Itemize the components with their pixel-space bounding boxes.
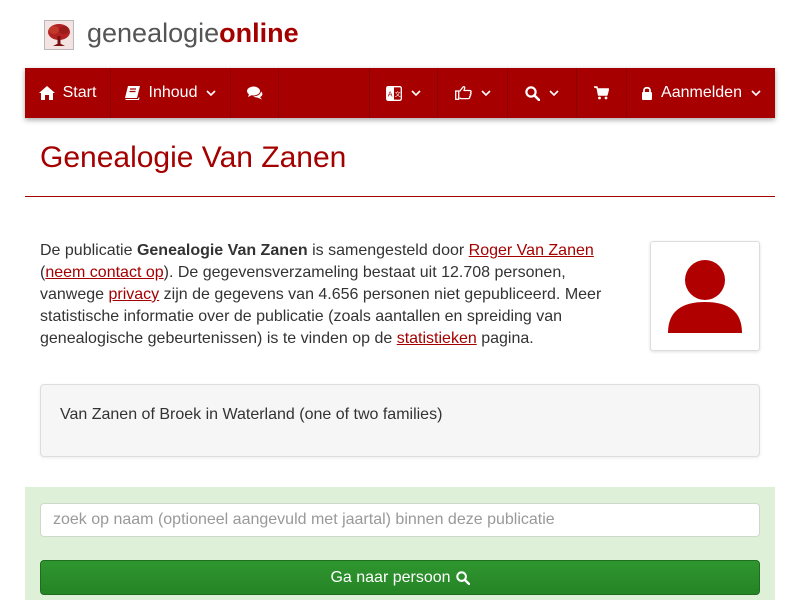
svg-text:A: A xyxy=(388,90,393,98)
publication-intro: De publicatie Genealogie Van Zanen is sa… xyxy=(40,240,620,350)
description-text: Van Zanen of Broek in Waterland (one of … xyxy=(60,406,443,423)
nav-start-label: Start xyxy=(62,84,97,101)
comments-icon xyxy=(246,86,263,100)
chevron-down-icon xyxy=(549,90,559,96)
chevron-down-icon xyxy=(751,90,761,96)
site-logo[interactable]: genealogieonline xyxy=(87,16,299,50)
logo-text-light: genealogie xyxy=(87,18,220,48)
chevron-down-icon xyxy=(206,90,217,96)
nav-share[interactable] xyxy=(438,68,508,118)
intro-text: is samengesteld door xyxy=(307,242,469,259)
search-button-label: Ga naar persoon xyxy=(330,568,451,586)
nav-shop[interactable] xyxy=(577,68,627,118)
lock-icon xyxy=(641,86,653,100)
nav-inhoud[interactable]: Inhoud xyxy=(111,68,231,118)
search-input[interactable] xyxy=(40,503,760,537)
author-link[interactable]: Roger Van Zanen xyxy=(469,242,594,259)
search-icon xyxy=(455,570,470,585)
language-icon: A文 xyxy=(386,85,402,101)
title-divider xyxy=(25,196,775,197)
privacy-link[interactable]: privacy xyxy=(109,286,160,303)
chevron-down-icon xyxy=(411,90,421,96)
nav-start[interactable]: Start xyxy=(25,68,111,118)
nav-login-label: Aanmelden xyxy=(661,84,742,101)
statistics-link[interactable]: statistieken xyxy=(397,330,477,347)
nav-language[interactable]: A文 xyxy=(369,68,438,118)
cart-icon xyxy=(594,86,609,100)
search-icon xyxy=(525,85,540,101)
search-panel: Ga naar persoon xyxy=(25,487,775,600)
page-title: Genealogie Van Zanen xyxy=(40,141,347,174)
nav-login[interactable]: Aanmelden xyxy=(627,68,775,118)
nav-search[interactable] xyxy=(508,68,577,118)
nav-inhoud-label: Inhoud xyxy=(148,84,198,101)
site-header: genealogieonline xyxy=(0,0,800,68)
avatar xyxy=(650,241,760,351)
contact-link[interactable]: neem contact op xyxy=(45,264,163,281)
publication-description: Van Zanen of Broek in Waterland (one of … xyxy=(40,384,760,457)
chevron-down-icon xyxy=(480,90,491,96)
logo-text-bold: online xyxy=(219,18,299,48)
user-icon xyxy=(658,249,752,343)
thumbs-up-icon xyxy=(454,86,472,100)
publication-name: Genealogie Van Zanen xyxy=(136,242,308,259)
intro-text: pagina. xyxy=(476,330,534,347)
tree-icon[interactable] xyxy=(44,20,74,50)
intro-text: De publicatie xyxy=(40,242,137,259)
nav-forum[interactable] xyxy=(231,68,279,118)
home-icon xyxy=(38,86,55,100)
svg-text:文: 文 xyxy=(395,90,401,98)
book-icon xyxy=(124,86,141,100)
go-to-person-button[interactable]: Ga naar persoon xyxy=(40,560,760,595)
main-navbar: Start Inhoud A文 Aanmelden xyxy=(25,68,775,118)
